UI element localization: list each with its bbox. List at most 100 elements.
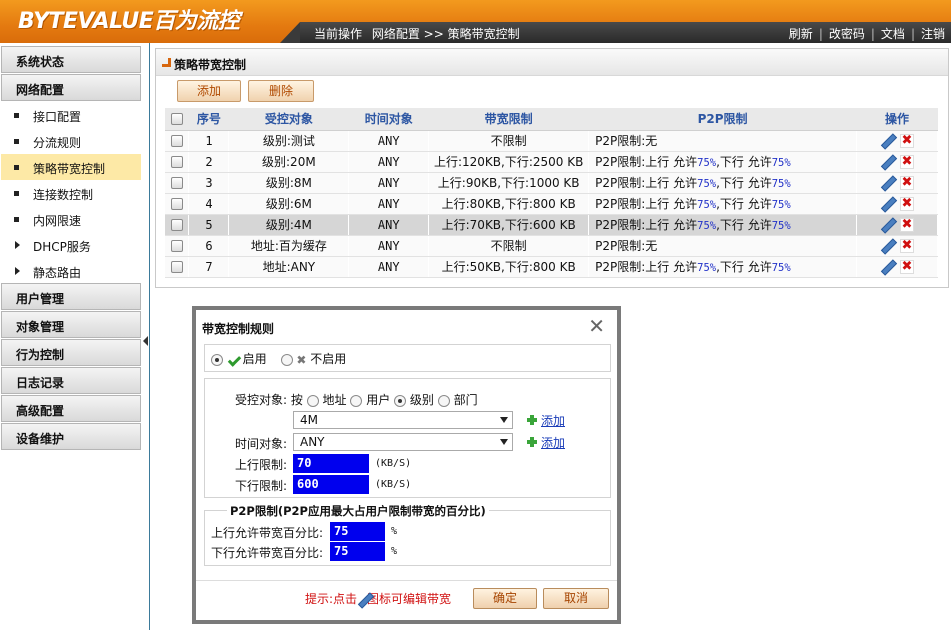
docs-link[interactable]: 文档 bbox=[881, 27, 905, 41]
sidebar-group-system-status[interactable]: 系统状态 bbox=[1, 46, 141, 73]
object-select[interactable]: 4M bbox=[293, 411, 513, 429]
row-checkbox[interactable] bbox=[170, 177, 183, 189]
table-row[interactable]: 5 级别:4M ANY 上行:70KB,下行:600 KB P2P限制:上行 允许75%… bbox=[165, 214, 938, 236]
time-select[interactable]: ANY bbox=[293, 433, 513, 451]
pencil-icon[interactable] bbox=[880, 218, 894, 232]
header-no: 序号 bbox=[188, 108, 229, 131]
table-row[interactable]: 6 地址:百为缓存 ANY 不限制 P2P限制:无 ✖ bbox=[165, 235, 938, 257]
breadcrumb: 当前操作 网络配置 >> 策略带宽控制 bbox=[314, 25, 526, 42]
sidebar-item-label: 分流规则 bbox=[33, 136, 82, 150]
pencil-icon[interactable] bbox=[880, 134, 894, 148]
row-checkbox[interactable] bbox=[170, 219, 183, 231]
sidebar-item-routing-rules[interactable]: 分流规则 bbox=[1, 128, 141, 154]
sidebar-group-behavior-control[interactable]: 行为控制 bbox=[1, 339, 141, 366]
delete-icon[interactable]: ✖ bbox=[900, 154, 914, 169]
row-bandwidth: 不限制 bbox=[428, 235, 590, 257]
sidebar-item-connection-limit[interactable]: 连接数控制 bbox=[1, 180, 141, 206]
row-checkbox[interactable] bbox=[170, 261, 183, 273]
time-label: 时间对象: bbox=[235, 437, 288, 451]
row-time: ANY bbox=[348, 214, 430, 236]
change-password-link[interactable]: 改密码 bbox=[829, 27, 865, 41]
disable-radio[interactable] bbox=[280, 353, 293, 366]
table-row[interactable]: 1 级别:测试 ANY 不限制 P2P限制:无 ✖ bbox=[165, 130, 938, 152]
p2p-up-value: 75% bbox=[697, 178, 717, 190]
pencil-icon[interactable] bbox=[880, 197, 894, 211]
down-limit-input[interactable]: 600 bbox=[293, 475, 369, 494]
down-limit-label: 下行限制: bbox=[235, 479, 288, 493]
table-row[interactable]: 7 地址:ANY ANY 上行:50KB,下行:800 KB P2P限制:上行 允许75… bbox=[165, 256, 938, 278]
row-p2p: P2P限制:上行 允许75%,下行 允许75% bbox=[588, 214, 858, 236]
header-time: 时间对象 bbox=[348, 108, 429, 131]
delete-icon[interactable]: ✖ bbox=[900, 217, 914, 232]
sidebar-group-maintenance[interactable]: 设备维护 bbox=[1, 423, 141, 450]
p2p-down-label: 下行允许带宽百分比: bbox=[211, 546, 324, 560]
disable-label: 不启用 bbox=[310, 352, 347, 366]
delete-icon[interactable]: ✖ bbox=[900, 238, 914, 253]
sidebar-group-network-config[interactable]: 网络配置 bbox=[1, 74, 141, 101]
row-select-cell bbox=[165, 151, 190, 173]
refresh-link[interactable]: 刷新 bbox=[789, 27, 813, 41]
sidebar-item-policy-bandwidth[interactable]: 策略带宽控制 bbox=[1, 154, 141, 180]
sidebar-item-interface[interactable]: 接口配置 bbox=[1, 102, 141, 128]
add-object-link[interactable]: 添加 bbox=[541, 412, 565, 429]
option-dept-radio[interactable] bbox=[437, 394, 450, 407]
row-select-cell bbox=[165, 130, 190, 152]
collapse-sidebar-icon[interactable] bbox=[143, 336, 148, 346]
row-actions: ✖ bbox=[856, 172, 938, 194]
sidebar-group-user-mgmt[interactable]: 用户管理 bbox=[1, 283, 141, 310]
row-checkbox[interactable] bbox=[170, 156, 183, 168]
add-time-link[interactable]: 添加 bbox=[541, 434, 565, 451]
row-checkbox[interactable] bbox=[170, 198, 183, 210]
logout-link[interactable]: 注销 bbox=[921, 27, 945, 41]
row-bandwidth: 上行:80KB,下行:800 KB bbox=[428, 193, 590, 215]
plus-icon bbox=[527, 415, 537, 425]
p2p-prefix: P2P限制:上行 允许 bbox=[595, 176, 698, 190]
row-select-cell bbox=[165, 235, 190, 257]
table-row[interactable]: 3 级别:8M ANY 上行:90KB,下行:1000 KB P2P限制:上行 允许75… bbox=[165, 172, 938, 194]
pencil-icon[interactable] bbox=[880, 155, 894, 169]
sidebar-item-dhcp[interactable]: DHCP服务 bbox=[1, 232, 141, 258]
option-user-label: 用户 bbox=[366, 393, 391, 407]
pencil-icon[interactable] bbox=[880, 239, 894, 253]
add-button[interactable]: 添加 bbox=[177, 80, 241, 102]
p2p-up-value: 75% bbox=[697, 262, 717, 274]
table-row[interactable]: 4 级别:6M ANY 上行:80KB,下行:800 KB P2P限制:上行 允许75%… bbox=[165, 193, 938, 215]
sidebar-group-object-mgmt[interactable]: 对象管理 bbox=[1, 311, 141, 338]
select-all-cell bbox=[165, 108, 189, 131]
option-level-radio[interactable] bbox=[394, 394, 407, 407]
p2p-mid: ,下行 允许 bbox=[716, 176, 772, 190]
corner-arrow-icon bbox=[162, 58, 171, 67]
cancel-button[interactable]: 取消 bbox=[543, 588, 609, 609]
pencil-icon[interactable] bbox=[880, 260, 894, 274]
delete-icon[interactable]: ✖ bbox=[900, 175, 914, 190]
delete-icon[interactable]: ✖ bbox=[900, 196, 914, 211]
close-icon[interactable]: ✕ bbox=[588, 314, 605, 338]
p2p-up-input[interactable]: 75 bbox=[330, 522, 385, 541]
pencil-icon[interactable] bbox=[880, 176, 894, 190]
enable-radio[interactable] bbox=[211, 353, 223, 366]
sidebar-item-lan-speed[interactable]: 内网限速 bbox=[1, 206, 141, 232]
sidebar-item-static-route[interactable]: 静态路由 bbox=[1, 258, 141, 284]
option-address-radio[interactable] bbox=[306, 394, 319, 407]
row-select-cell bbox=[165, 256, 190, 278]
p2p-up-value: 75% bbox=[697, 220, 717, 232]
table-row[interactable]: 2 级别:20M ANY 上行:120KB,下行:2500 KB P2P限制:上行 允许… bbox=[165, 151, 938, 173]
row-actions: ✖ bbox=[856, 235, 938, 257]
up-limit-input[interactable]: 70 bbox=[293, 454, 369, 473]
object-select-value: 4M bbox=[300, 413, 318, 427]
select-all-checkbox[interactable] bbox=[170, 113, 183, 126]
option-user-radio[interactable] bbox=[350, 394, 363, 407]
ok-button[interactable]: 确定 bbox=[473, 588, 537, 609]
p2p-prefix: P2P限制:上行 允许 bbox=[595, 197, 698, 211]
delete-icon[interactable]: ✖ bbox=[900, 133, 914, 148]
p2p-down-input[interactable]: 75 bbox=[330, 542, 385, 561]
row-bandwidth: 上行:90KB,下行:1000 KB bbox=[428, 172, 590, 194]
hint-text: 提示:点击 图标可编辑带宽 bbox=[305, 590, 451, 607]
row-checkbox[interactable] bbox=[170, 135, 183, 147]
row-checkbox[interactable] bbox=[170, 240, 183, 252]
rules-table: 序号 受控对象 时间对象 带宽限制 P2P限制 操作 1 级别:测试 ANY 不限制 P… bbox=[165, 108, 938, 278]
sidebar-group-advanced[interactable]: 高级配置 bbox=[1, 395, 141, 422]
delete-button[interactable]: 删除 bbox=[248, 80, 314, 102]
sidebar-group-logs[interactable]: 日志记录 bbox=[1, 367, 141, 394]
delete-icon[interactable]: ✖ bbox=[900, 259, 914, 274]
